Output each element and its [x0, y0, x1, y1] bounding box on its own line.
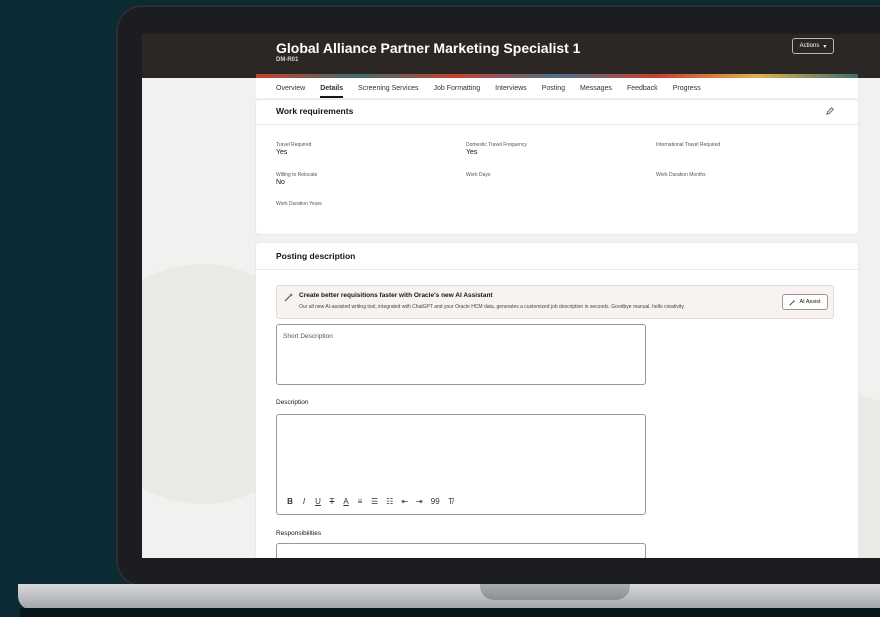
chevron-down-icon: ▾: [823, 43, 827, 50]
work-days-label: Work Days: [466, 172, 491, 178]
tab-bar: Overview Details Screening Services Job …: [256, 78, 858, 98]
responsibilities-label: Responsibilities: [276, 530, 322, 537]
posting-description-card: Posting description Create better requis…: [256, 243, 858, 558]
numbered-list-button[interactable]: ☷: [386, 497, 393, 506]
tab-interviews[interactable]: Interviews: [495, 78, 527, 98]
actions-label: Actions: [799, 43, 820, 49]
laptop-base: [18, 584, 880, 610]
page-header: Global Alliance Partner Marketing Specia…: [142, 34, 880, 78]
divider: [256, 269, 858, 270]
laptop-notch: [480, 584, 630, 600]
page-title: Global Alliance Partner Marketing Specia…: [276, 40, 581, 56]
rich-text-toolbar: B I U T A ≡ ☰ ☷ ⇤ ⇥ 99 T̸: [287, 497, 454, 506]
text-color-button[interactable]: A: [343, 497, 349, 506]
outdent-button[interactable]: ⇤: [401, 497, 408, 506]
magic-wand-icon: [284, 293, 293, 302]
magic-wand-icon: [789, 299, 796, 306]
tab-job-formatting[interactable]: Job Formatting: [433, 78, 480, 98]
domestic-travel-frequency-label: Domestic Travel Frequency: [466, 142, 527, 148]
willing-to-relocate-value: No: [276, 179, 285, 186]
divider: [256, 124, 858, 125]
work-duration-years-label: Work Duration Years: [276, 201, 322, 207]
short-description-input[interactable]: Short Description: [276, 324, 646, 385]
domestic-travel-frequency-value: Yes: [466, 149, 478, 156]
short-description-placeholder: Short Description: [283, 333, 333, 340]
tab-posting[interactable]: Posting: [542, 78, 565, 98]
quote-button[interactable]: 99: [431, 497, 440, 506]
actions-button[interactable]: Actions ▾: [792, 38, 834, 54]
work-requirements-card: Work requirements Travel Required Yes Do…: [256, 100, 858, 234]
indent-button[interactable]: ⇥: [416, 497, 423, 506]
work-duration-months-label: Work Duration Months: [656, 172, 706, 178]
tab-messages[interactable]: Messages: [580, 78, 612, 98]
underline-button[interactable]: U: [315, 497, 321, 506]
clear-formatting-button[interactable]: T̸: [448, 497, 454, 506]
tab-feedback[interactable]: Feedback: [627, 78, 658, 98]
posting-description-title: Posting description: [276, 251, 356, 261]
tab-screening-services[interactable]: Screening Services: [358, 78, 418, 98]
tab-progress[interactable]: Progress: [673, 78, 701, 98]
ai-assist-label: AI Assist: [799, 299, 821, 305]
responsibilities-editor[interactable]: [276, 543, 646, 558]
ai-assist-button[interactable]: AI Assist: [782, 294, 828, 310]
bulleted-list-button[interactable]: ☰: [371, 497, 378, 506]
strikethrough-button[interactable]: T: [329, 497, 335, 506]
italic-button[interactable]: I: [301, 497, 307, 506]
ai-banner-text: Our all new AI-assisted writing tool, in…: [299, 304, 685, 310]
edit-pencil-icon[interactable]: [826, 107, 834, 115]
align-button[interactable]: ≡: [357, 497, 363, 506]
description-editor[interactable]: B I U T A ≡ ☰ ☷ ⇤ ⇥ 99 T̸: [276, 414, 646, 515]
ai-assistant-banner: Create better requisitions faster with O…: [276, 285, 834, 319]
requisition-id: DM-R01: [276, 57, 299, 63]
app-screen: Global Alliance Partner Marketing Specia…: [142, 34, 880, 558]
bold-button[interactable]: B: [287, 497, 293, 506]
laptop-shadow: [20, 608, 880, 617]
willing-to-relocate-label: Willing to Relocate: [276, 172, 318, 178]
description-label: Description: [276, 399, 309, 406]
travel-required-label: Travel Required: [276, 142, 312, 148]
travel-required-value: Yes: [276, 149, 288, 156]
international-travel-required-label: International Travel Required: [656, 142, 721, 148]
tab-overview[interactable]: Overview: [276, 78, 305, 98]
tab-details[interactable]: Details: [320, 78, 343, 98]
work-requirements-title: Work requirements: [276, 106, 354, 116]
ai-banner-title: Create better requisitions faster with O…: [299, 292, 493, 299]
